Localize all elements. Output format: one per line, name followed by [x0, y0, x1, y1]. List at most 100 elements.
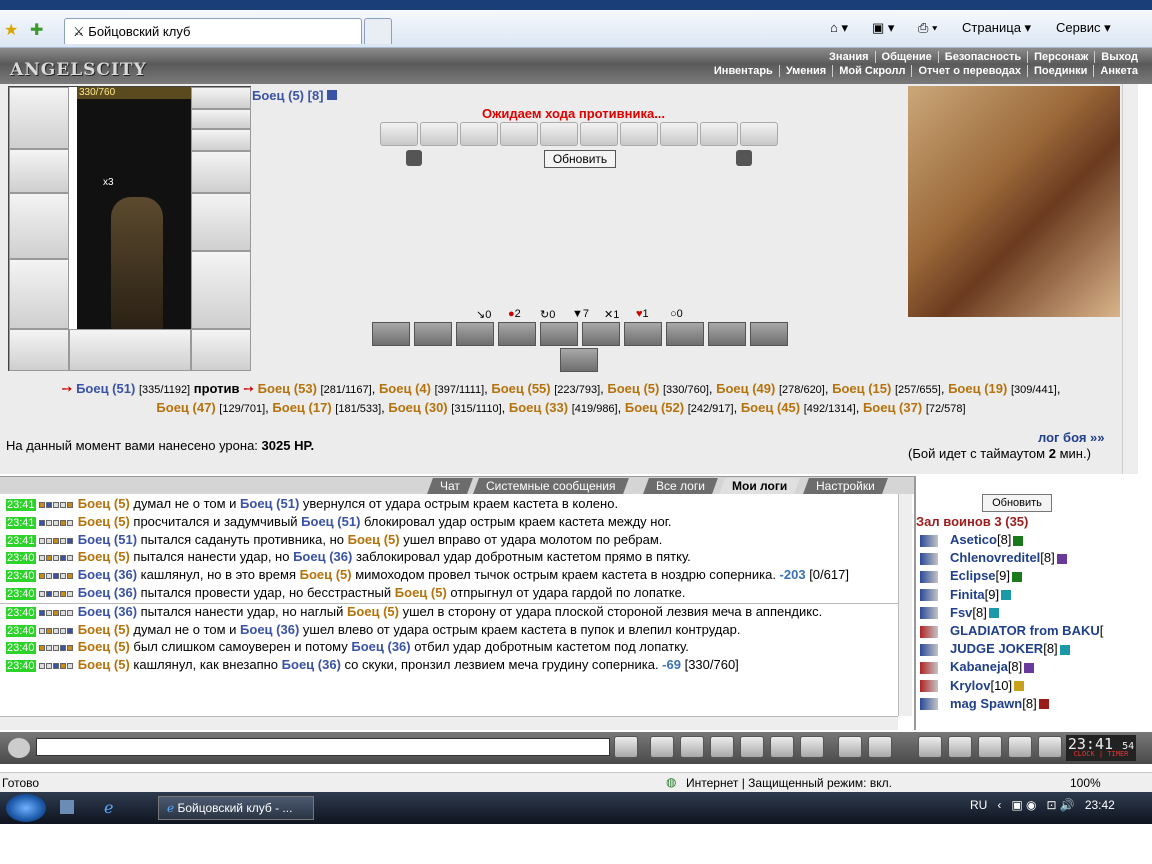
- log-target[interactable]: Боец (5): [300, 567, 352, 582]
- technique-button[interactable]: [414, 322, 452, 346]
- feeds-icon[interactable]: ▣ ▾: [872, 20, 894, 36]
- technique-button[interactable]: [582, 322, 620, 346]
- fighter-name[interactable]: Боец (52): [625, 400, 684, 415]
- clear-button[interactable]: [650, 736, 674, 758]
- log-actor[interactable]: Боец (5): [78, 514, 130, 529]
- technique-button[interactable]: [372, 322, 410, 346]
- log-actor[interactable]: Боец (5): [78, 549, 130, 564]
- log-actor[interactable]: Боец (5): [78, 639, 130, 654]
- player-row[interactable]: Asetico[8]: [920, 532, 1024, 547]
- start-button[interactable]: [6, 794, 46, 822]
- spell-slot[interactable]: [700, 122, 738, 146]
- fight-log-link[interactable]: лог боя »»: [1038, 430, 1105, 445]
- shield-left-icon[interactable]: [406, 150, 422, 166]
- map-button[interactable]: [948, 736, 972, 758]
- refresh-button[interactable]: Обновить: [544, 150, 616, 168]
- runes-slot[interactable]: [69, 329, 191, 371]
- player-name[interactable]: Eclipse: [950, 568, 996, 583]
- boots-slot[interactable]: [191, 329, 251, 371]
- earrings-slot[interactable]: [191, 87, 251, 109]
- shield-right-icon[interactable]: [736, 150, 752, 166]
- player-row[interactable]: JUDGE JOKER[8]: [920, 641, 1070, 656]
- player-name[interactable]: Fsv: [950, 605, 972, 620]
- helmet-slot[interactable]: [9, 87, 69, 149]
- info-icon[interactable]: [988, 608, 999, 619]
- log-target[interactable]: Боец (5): [347, 604, 399, 619]
- info-icon[interactable]: [1059, 644, 1070, 655]
- weapon-right-slot[interactable]: [191, 193, 251, 251]
- log-actor[interactable]: Боец (51): [78, 532, 137, 547]
- menu-item[interactable]: Инвентарь: [708, 65, 779, 77]
- technique-button[interactable]: [624, 322, 662, 346]
- page-menu[interactable]: Страница ▾: [962, 20, 1031, 36]
- tab-my-logs[interactable]: Мои логи: [719, 478, 801, 494]
- fighter-name[interactable]: Боец (33): [509, 400, 568, 415]
- speaker-button[interactable]: [868, 736, 892, 758]
- menu-item[interactable]: Мой Скролл: [832, 65, 912, 77]
- fighter-name[interactable]: Боец (49): [716, 381, 775, 396]
- menu-item[interactable]: Общение: [874, 51, 938, 63]
- player-name[interactable]: GLADIATOR from BAKU: [950, 623, 1100, 638]
- fighter-name[interactable]: Боец (30): [388, 400, 447, 415]
- info-icon[interactable]: [1014, 681, 1025, 692]
- menu-item[interactable]: Поединки: [1027, 65, 1094, 77]
- technique-button[interactable]: [456, 322, 494, 346]
- new-tab-button[interactable]: [364, 18, 392, 44]
- info-icon[interactable]: [1038, 699, 1049, 710]
- technique-button[interactable]: [708, 322, 746, 346]
- sound-button[interactable]: [800, 736, 824, 758]
- player-name[interactable]: Kabaneja: [950, 659, 1008, 674]
- player-row[interactable]: Chlenovreditel[8]: [920, 550, 1067, 565]
- log-target[interactable]: Боец (5): [348, 532, 400, 547]
- fighter-name[interactable]: Боец (53): [258, 381, 317, 396]
- log-target[interactable]: Боец (51): [240, 496, 299, 511]
- show-desktop-icon[interactable]: [60, 800, 74, 814]
- player-name[interactable]: Finita: [950, 587, 985, 602]
- log-actor[interactable]: Боец (5): [78, 496, 130, 511]
- info-icon[interactable]: [1001, 590, 1012, 601]
- weapon-left-slot[interactable]: [9, 193, 69, 259]
- amulet-slot[interactable]: [191, 109, 251, 129]
- favorites-star-icon[interactable]: ★: [4, 20, 18, 40]
- player-row[interactable]: Eclipse[9]: [920, 568, 1022, 583]
- bracers-slot[interactable]: [9, 149, 69, 193]
- technique-button[interactable]: [498, 322, 536, 346]
- log-target[interactable]: Боец (36): [293, 549, 352, 564]
- mask-button[interactable]: [978, 736, 1002, 758]
- menu-item[interactable]: Умения: [778, 65, 833, 77]
- log-target[interactable]: Боец (36): [240, 622, 299, 637]
- fighter-name[interactable]: Боец (47): [156, 400, 215, 415]
- tab-system[interactable]: Системные сообщения: [473, 478, 629, 494]
- filter-button[interactable]: [680, 736, 704, 758]
- info-icon[interactable]: [1013, 535, 1024, 546]
- print-icon[interactable]: ⎙ ▾: [918, 20, 937, 36]
- fighter-name[interactable]: Боец (51): [76, 381, 135, 396]
- spell-slot[interactable]: [740, 122, 778, 146]
- log-actor[interactable]: Боец (36): [78, 585, 137, 600]
- menu-item[interactable]: Анкета: [1093, 65, 1144, 77]
- menu-item[interactable]: Выход: [1094, 51, 1144, 63]
- spell-slot[interactable]: [500, 122, 538, 146]
- fighter-name[interactable]: Боец (37): [863, 400, 922, 415]
- technique-button[interactable]: [540, 322, 578, 346]
- fighter-name[interactable]: Боец (5): [607, 381, 659, 396]
- armor-slot[interactable]: [9, 259, 69, 329]
- exit-button[interactable]: [1038, 736, 1062, 758]
- rings-slot[interactable]: [191, 129, 251, 151]
- spell-slot[interactable]: [660, 122, 698, 146]
- player-row[interactable]: Krylov[10]: [920, 678, 1025, 693]
- smiley-button[interactable]: [838, 736, 862, 758]
- ie-taskbar-icon[interactable]: ℯ: [104, 798, 113, 818]
- fighter-title[interactable]: Боец (5) [8]: [252, 88, 338, 103]
- menu-item[interactable]: Безопасность: [937, 51, 1028, 63]
- menu-item[interactable]: Персонаж: [1027, 51, 1095, 63]
- info-icon[interactable]: [1056, 553, 1067, 564]
- add-favorites-icon[interactable]: ✚: [30, 20, 43, 40]
- fighter-name[interactable]: Боец (17): [272, 400, 331, 415]
- translit-button[interactable]: [770, 736, 794, 758]
- fighter-name[interactable]: Боец (55): [491, 381, 550, 396]
- main-scrollbar[interactable]: [1122, 84, 1138, 474]
- fighter-name[interactable]: Боец (15): [832, 381, 891, 396]
- spell-slot[interactable]: [420, 122, 458, 146]
- menu-item[interactable]: Отчет о переводах: [911, 65, 1028, 77]
